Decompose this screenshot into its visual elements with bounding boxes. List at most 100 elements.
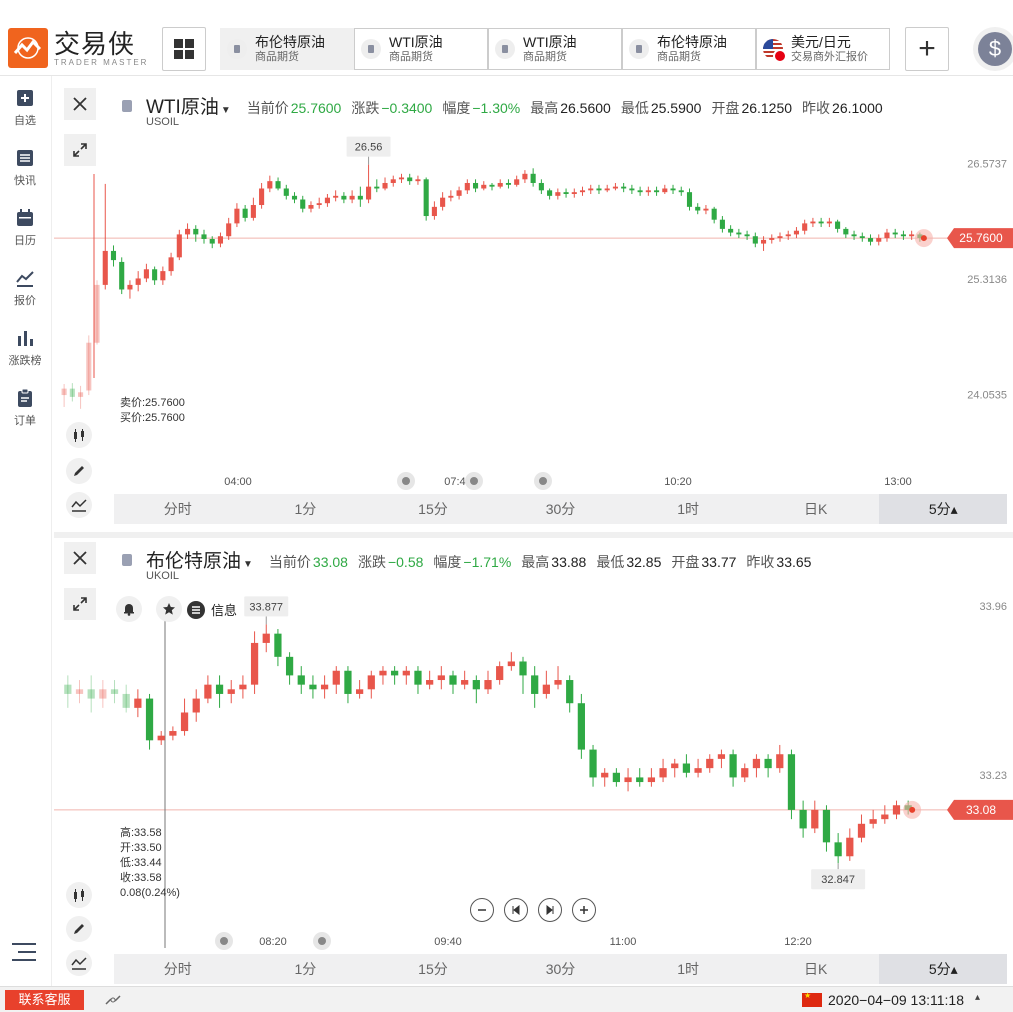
tab-1min[interactable]: 1分 xyxy=(242,494,370,524)
candle-body xyxy=(415,179,421,182)
layout-grid-button[interactable] xyxy=(162,27,206,71)
tab-30min[interactable]: 30分 xyxy=(497,954,625,984)
candle-body xyxy=(316,203,322,206)
candle-body xyxy=(78,392,84,397)
tab-1min[interactable]: 1分 xyxy=(242,954,370,984)
candle-body xyxy=(834,842,842,857)
candle-body xyxy=(484,680,492,690)
sidebar-item-quotes[interactable]: 报价 xyxy=(0,268,50,308)
tab-5min[interactable]: 5分▴ xyxy=(879,494,1008,524)
candle-body xyxy=(110,250,117,261)
candle-body xyxy=(168,257,174,272)
tab-30min[interactable]: 30分 xyxy=(497,494,625,524)
info-button[interactable]: 信息 xyxy=(187,600,237,619)
sidebar-item-movers[interactable]: 涨跌榜 xyxy=(0,328,50,368)
status-bar: 联系客服 2020−04−09 13:11:18 ▴ xyxy=(0,986,1013,1012)
tab-usdjpy[interactable]: 美元/日元 交易商外汇报价 xyxy=(756,28,890,70)
sidebar-item-watchlist[interactable]: 自选 xyxy=(0,88,50,128)
candle-body xyxy=(612,186,618,189)
candle-body xyxy=(799,809,807,829)
candle-body xyxy=(437,675,445,681)
candle-body xyxy=(285,656,294,676)
tab-daily[interactable]: 日K xyxy=(752,494,880,524)
tab-title: 美元/日元 xyxy=(791,34,851,50)
sidebar-item-label: 日历 xyxy=(14,235,36,247)
account-button[interactable]: $ xyxy=(973,27,1013,71)
indicator-button[interactable] xyxy=(66,882,92,908)
candle-body xyxy=(61,388,67,396)
candle-body xyxy=(291,195,298,200)
candle-body xyxy=(75,689,84,694)
candle-body xyxy=(719,219,725,229)
candle-body xyxy=(390,179,396,183)
tab-wti-2[interactable]: WTI原油 商品期货 xyxy=(488,28,622,70)
x-tick-label: 11:00 xyxy=(610,936,637,948)
price-dot xyxy=(920,235,927,242)
skip-back-icon xyxy=(512,905,520,915)
tab-brent-2[interactable]: 布伦特原油 商品期货 xyxy=(622,28,756,70)
x-tick-label: 08:20 xyxy=(259,936,287,948)
tab-5min[interactable]: 5分▴ xyxy=(879,954,1008,984)
draw-button[interactable] xyxy=(66,916,92,942)
candle-body xyxy=(344,670,352,694)
list-icon xyxy=(17,150,33,166)
collapse-icon[interactable]: ▴ xyxy=(975,992,980,1003)
tab-brent-1[interactable]: 布伦特原油 商品期货 xyxy=(220,28,354,70)
tab-wti-1[interactable]: WTI原油 商品期货 xyxy=(354,28,488,70)
candle-body xyxy=(250,642,259,685)
candle-body xyxy=(440,197,446,207)
candle-body xyxy=(456,190,462,196)
tab-1hour[interactable]: 1时 xyxy=(624,954,752,984)
candle-body xyxy=(472,182,479,189)
candle-body xyxy=(267,181,273,189)
candle-body xyxy=(349,195,355,200)
tab-15min[interactable]: 15分 xyxy=(369,494,497,524)
chart-type-button[interactable] xyxy=(66,950,92,976)
tab-1hour[interactable]: 1时 xyxy=(624,494,752,524)
scroll-marker-dot xyxy=(539,477,547,485)
x-tick-label: 10:20 xyxy=(664,476,692,488)
tab-timeshare[interactable]: 分时 xyxy=(114,954,242,984)
favorite-button[interactable] xyxy=(156,596,182,622)
indicator-button[interactable] xyxy=(66,422,92,448)
tab-timeshare[interactable]: 分时 xyxy=(114,494,242,524)
candle-body xyxy=(226,223,232,237)
timeframe-tabs: 分时 1分 15分 30分 1时 日K 5分▴ xyxy=(114,494,1008,524)
candle-body xyxy=(448,195,454,198)
sidebar-item-calendar[interactable]: 日历 xyxy=(0,208,50,248)
chart-panel-wti: WTI原油 ▼ 当前价 25.7600 涨跌 −0.3400 幅度 −1.30% 最高… xyxy=(54,78,1013,528)
candle-body xyxy=(637,190,643,193)
add-tab-button[interactable]: + xyxy=(905,27,949,71)
candle-body xyxy=(843,228,849,235)
candle-body xyxy=(86,342,92,391)
sell-price: 卖价:25.7600 xyxy=(120,397,185,409)
y-tick-label: 25.3136 xyxy=(967,274,1007,286)
zoom-in-button[interactable] xyxy=(572,898,596,922)
zoom-out-button[interactable] xyxy=(470,898,494,922)
scroll-start-button[interactable] xyxy=(504,898,528,922)
candle-body xyxy=(542,684,550,694)
candle-body xyxy=(571,192,577,194)
sidebar-item-news[interactable]: 快讯 xyxy=(0,148,50,188)
menu-icon[interactable] xyxy=(12,942,36,962)
left-sidebar: 自选 快讯 日历 报价 涨跌榜 订单 xyxy=(0,76,52,986)
candle-body xyxy=(776,754,784,769)
candlestick-chart-wti[interactable]: 26.573725.313624.053504:00 07:40 10:20 13:0… xyxy=(54,78,1013,492)
tab-daily[interactable]: 日K xyxy=(752,954,880,984)
candle-body xyxy=(869,819,877,824)
draw-button[interactable] xyxy=(66,458,92,484)
candle-body xyxy=(333,195,339,198)
sidebar-item-orders[interactable]: 订单 xyxy=(0,388,50,428)
candle-body xyxy=(449,675,457,685)
grid-icon xyxy=(174,39,194,59)
customer-service-button[interactable]: 联系客服 xyxy=(5,990,84,1010)
alert-button[interactable] xyxy=(116,596,142,622)
chart-type-button[interactable] xyxy=(66,492,92,518)
tab-15min[interactable]: 15分 xyxy=(369,954,497,984)
ohlc-low: 低:33.44 xyxy=(120,857,162,869)
commodity-icon xyxy=(361,39,381,59)
candle-body xyxy=(242,208,248,218)
scroll-end-button[interactable] xyxy=(538,898,562,922)
candle-body xyxy=(297,675,305,685)
candle-body xyxy=(259,188,265,206)
